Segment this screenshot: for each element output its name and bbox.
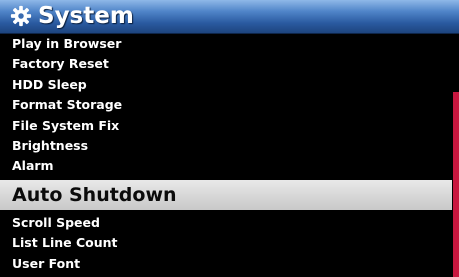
menu-item-alarm[interactable]: Alarm (0, 156, 452, 176)
menu-item-hdd-sleep[interactable]: HDD Sleep (0, 75, 452, 95)
scrollbar-thumb[interactable] (453, 92, 459, 277)
menu-item-brightness[interactable]: Brightness (0, 136, 452, 156)
menu-item-play-in-browser[interactable]: Play in Browser (0, 34, 452, 54)
menu-item-scroll-speed[interactable]: Scroll Speed (0, 213, 452, 233)
menu-item-format-storage[interactable]: Format Storage (0, 95, 452, 115)
gear-icon (10, 5, 32, 27)
menu-item-file-system-fix[interactable]: File System Fix (0, 116, 452, 136)
menu-item-list-line-count[interactable]: List Line Count (0, 233, 452, 253)
menu-item-factory-reset[interactable]: Factory Reset (0, 54, 452, 74)
menu-list: Play in Browser Factory Reset HDD Sleep … (0, 34, 452, 274)
page-title: System (38, 3, 134, 29)
menu-header: System (0, 0, 459, 34)
system-menu-screen: System Play in Browser Factory Reset HDD… (0, 0, 459, 277)
menu-item-auto-shutdown[interactable]: Auto Shutdown (0, 179, 452, 210)
menu-item-user-font[interactable]: User Font (0, 254, 452, 274)
